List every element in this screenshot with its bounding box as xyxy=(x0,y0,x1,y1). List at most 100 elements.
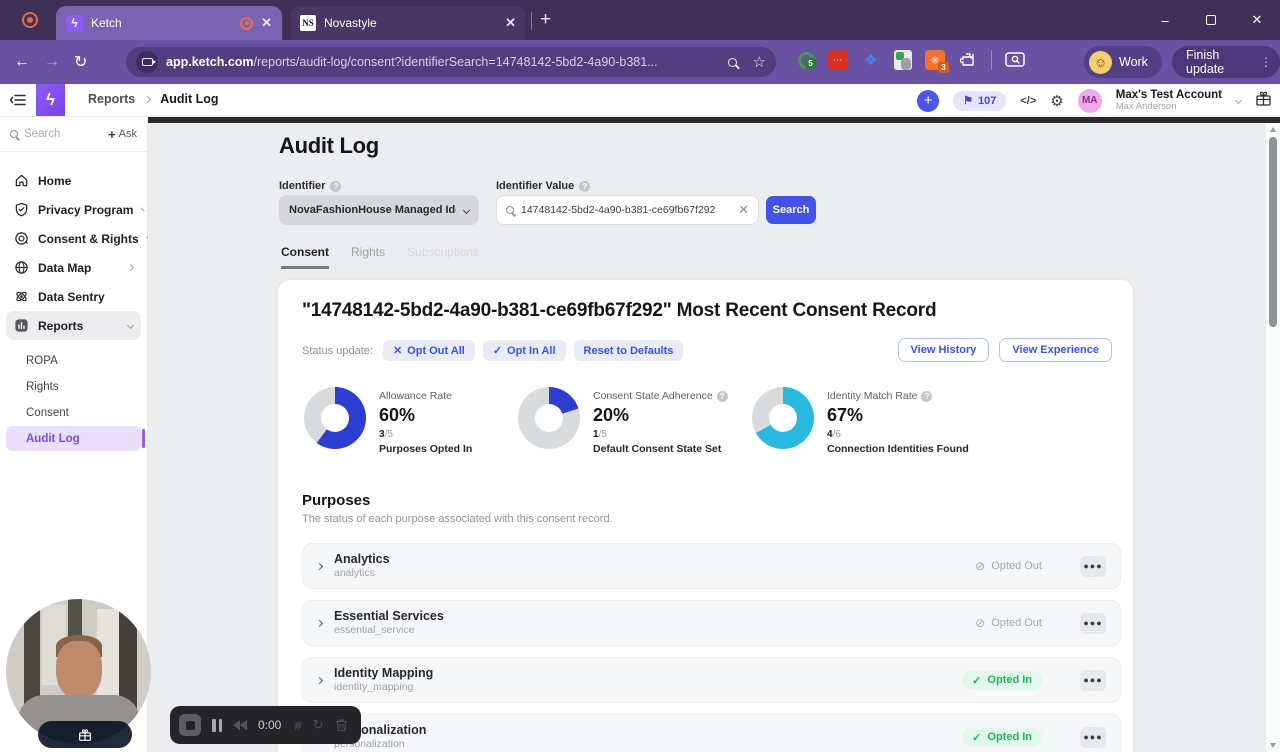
window-controls: – ✕ xyxy=(1142,0,1280,40)
scroll-down-icon[interactable] xyxy=(1270,743,1276,748)
reload-button[interactable]: ↻ xyxy=(74,52,87,72)
extension-icon-2[interactable]: ⋯ xyxy=(828,50,848,70)
opted-out-icon: ⊘ xyxy=(975,616,986,630)
extension-icon-5[interactable]: ✳ 3 xyxy=(925,50,949,73)
account-chevron-icon[interactable] xyxy=(1234,96,1243,105)
account-info[interactable]: Max's Test Account Max Anderson xyxy=(1116,89,1222,112)
draw-tool-icon[interactable]: # xyxy=(294,718,301,733)
opt-out-all-button[interactable]: ✕ Opt Out All xyxy=(382,340,475,361)
tab-close-icon[interactable]: ✕ xyxy=(261,15,272,31)
account-user: Max Anderson xyxy=(1115,100,1177,112)
bookmark-star-icon[interactable]: ☆ xyxy=(753,53,766,71)
sidebar-item-privacy-program[interactable]: Privacy Program xyxy=(6,195,146,224)
tab-rights[interactable]: Rights xyxy=(351,245,385,269)
status-badge: ⊘ Opted Out xyxy=(975,559,1042,573)
sidebar-item-audit-log[interactable]: Audit Log xyxy=(6,426,145,451)
notifications-button[interactable]: ⚑ 107 xyxy=(953,90,1007,111)
extensions-puzzle-icon[interactable] xyxy=(958,50,978,70)
developer-code-icon[interactable]: </> xyxy=(1020,95,1036,107)
status-badge: ✓ Opted In xyxy=(962,727,1042,747)
identifier-value-search[interactable]: ✕ xyxy=(496,195,759,225)
finish-update-button[interactable]: Finish update ⋮ xyxy=(1172,46,1280,78)
tab-search-icon[interactable] xyxy=(1005,50,1025,70)
sidebar-item-reports[interactable]: Reports xyxy=(6,311,141,340)
help-icon[interactable]: ? xyxy=(579,180,591,192)
sidebar-collapse-icon[interactable] xyxy=(9,92,27,113)
toolbar-separator xyxy=(991,50,992,70)
metric-value: 67% xyxy=(827,405,864,425)
row-menu-button[interactable]: ●●● xyxy=(1080,612,1106,634)
identifier-selected: NovaFashionHouse Managed Iden... xyxy=(289,204,456,216)
expand-chevron-icon[interactable] xyxy=(315,562,324,570)
row-menu-button[interactable]: ●●● xyxy=(1080,669,1106,691)
purpose-row-essential-services[interactable]: Essential Services essential_service ⊘ Opt… xyxy=(302,600,1121,646)
view-experience-button[interactable]: View Experience xyxy=(999,338,1112,362)
identifier-value-input[interactable] xyxy=(521,204,732,216)
identifier-dropdown[interactable]: NovaFashionHouse Managed Iden... xyxy=(279,195,479,225)
pause-button[interactable] xyxy=(212,718,222,732)
settings-gear-icon[interactable]: ⚙ xyxy=(1050,92,1063,110)
purpose-row-identity-mapping[interactable]: Identity Mapping identity_mapping ✓ Opted … xyxy=(302,657,1121,703)
extension-icon-4[interactable] xyxy=(894,50,912,70)
minimize-button[interactable]: – xyxy=(1142,0,1188,40)
rewind-icon[interactable] xyxy=(233,720,247,730)
close-button[interactable]: ✕ xyxy=(1234,0,1280,40)
breadcrumb-reports[interactable]: Reports xyxy=(88,92,135,106)
forward-button[interactable]: → xyxy=(44,53,60,71)
stop-recording-button[interactable] xyxy=(179,714,201,736)
purpose-row-personalization[interactable]: Personalization personalization ✓ Opted In… xyxy=(302,714,1121,752)
check-icon: ✓ xyxy=(492,345,503,357)
sidebar-item-home[interactable]: Home xyxy=(6,166,141,195)
data-sentry-icon xyxy=(16,291,27,302)
tab-close-icon[interactable]: ✕ xyxy=(505,15,516,31)
help-icon[interactable]: ? xyxy=(716,390,728,402)
tab-ketch[interactable]: ϟ Ketch ✕ xyxy=(56,6,282,40)
finish-update-label: Finish update xyxy=(1186,48,1225,76)
back-button[interactable]: ← xyxy=(14,53,30,71)
help-icon[interactable]: ? xyxy=(330,180,342,192)
sidebar-item-consent-rights[interactable]: Consent & Rights xyxy=(6,224,151,253)
scroll-up-icon[interactable] xyxy=(1270,127,1276,132)
scrollbar-thumb[interactable] xyxy=(1269,137,1277,327)
page-title: Audit Log xyxy=(279,133,379,158)
sidebar-search[interactable]: +Ask xyxy=(0,117,147,152)
help-icon[interactable]: ? xyxy=(921,390,933,402)
sidebar-item-data-map[interactable]: Data Map xyxy=(6,253,141,282)
expand-chevron-icon[interactable] xyxy=(315,676,324,684)
row-menu-button[interactable]: ●●● xyxy=(1080,555,1106,577)
trash-icon[interactable] xyxy=(335,718,348,732)
purpose-row-analytics[interactable]: Analytics analytics ⊘ Opted Out ●●● xyxy=(302,543,1121,589)
tab-consent[interactable]: Consent xyxy=(281,245,329,269)
reset-defaults-button[interactable]: Reset to Defaults xyxy=(573,340,684,361)
webcam-gift-pill[interactable] xyxy=(38,721,132,748)
clear-icon[interactable]: ✕ xyxy=(738,202,749,218)
browser-tabstrip: ϟ Ketch ✕ NS Novastyle ✕ + – ✕ xyxy=(0,0,1280,40)
view-history-button[interactable]: View History xyxy=(897,338,990,362)
opt-in-all-button[interactable]: ✓ Opt In All xyxy=(482,340,566,361)
browser-profile-button[interactable]: ☺ Work xyxy=(1084,46,1162,78)
maximize-button[interactable] xyxy=(1188,0,1234,40)
browser-menu-icon[interactable]: ⋮ xyxy=(1260,56,1272,68)
sidebar-item-consent[interactable]: Consent xyxy=(6,400,141,425)
zoom-icon[interactable] xyxy=(727,57,737,67)
gift-icon[interactable] xyxy=(1255,90,1272,112)
sidebar-item-data-sentry[interactable]: Data Sentry xyxy=(6,282,141,311)
expand-chevron-icon[interactable] xyxy=(315,619,324,627)
sidebar-item-rights[interactable]: Rights xyxy=(6,374,141,399)
extension-icon-3[interactable]: ❖ xyxy=(861,50,881,70)
account-avatar[interactable]: MA xyxy=(1077,88,1102,113)
row-menu-button[interactable]: ●●● xyxy=(1080,726,1106,748)
identifier-value-label: Identifier Value? xyxy=(496,180,591,192)
search-button[interactable]: Search xyxy=(766,196,816,224)
address-bar[interactable]: app.ketch.com/reports/audit-log/consent?… xyxy=(126,47,776,77)
extension-icon-1[interactable]: 5 xyxy=(798,51,816,69)
content-scrollbar[interactable] xyxy=(1266,123,1280,752)
ketch-logo[interactable]: ϟ xyxy=(36,84,65,116)
new-tab-button[interactable]: + xyxy=(540,9,551,31)
search-input[interactable] xyxy=(24,128,82,140)
create-button[interactable]: + xyxy=(917,89,940,112)
sidebar-item-ropa[interactable]: ROPA xyxy=(6,348,141,373)
tab-novastyle[interactable]: NS Novastyle ✕ xyxy=(290,6,526,40)
ask-button[interactable]: + Ask xyxy=(108,127,137,142)
restart-icon[interactable]: ↻ xyxy=(313,717,324,733)
